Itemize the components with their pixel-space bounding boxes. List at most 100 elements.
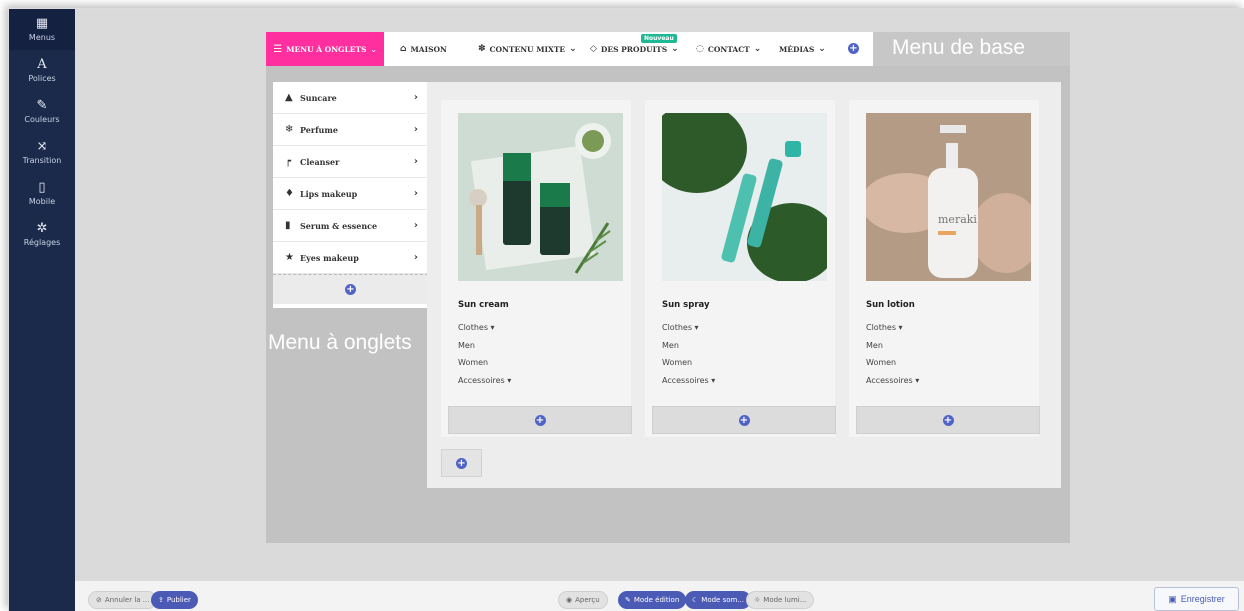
product-link[interactable]: Women — [866, 358, 896, 367]
add-block-button[interactable]: + — [942, 414, 954, 426]
tab-serum-essence[interactable]: ▮ Serum & essence › — [273, 210, 428, 242]
product-link[interactable]: Men — [866, 341, 883, 350]
chevron-down-icon: ⌄ — [569, 44, 577, 54]
add-column-button[interactable]: + — [456, 457, 467, 469]
menu-item-mixed-content[interactable]: ✽ CONTENU MIXTE ⌄ — [478, 32, 577, 66]
tab-label: Cleanser — [300, 156, 340, 167]
tab-label: Lips makeup — [300, 188, 358, 199]
chevron-right-icon: › — [413, 124, 418, 135]
menu-item-label: CONTACT — [707, 44, 750, 54]
undo-label: Annuler la ... — [104, 596, 150, 604]
add-block-button[interactable]: + — [534, 414, 546, 426]
product-title[interactable]: Sun lotion — [866, 300, 915, 310]
sidebar-item-menus[interactable]: ▦ Menus — [9, 9, 75, 50]
tab-list: ▲ Suncare › ❄ Perfume › ┍ Cleanser › ♦ L… — [273, 82, 428, 308]
product-title[interactable]: Sun cream — [458, 300, 509, 310]
product-link-clothes[interactable]: Clothes ▾ — [866, 323, 903, 332]
add-block-button[interactable]: + — [738, 414, 750, 426]
menu-item-label: MÉDIAS — [779, 44, 815, 54]
undo-button[interactable]: ⊘ Annuler la ... — [88, 591, 158, 609]
sidebar-item-mobile[interactable]: ▯ Mobile — [9, 173, 75, 214]
menu-item-home[interactable]: ⌂ MAISON — [400, 32, 447, 66]
tab-menu-annotation: Menu à onglets — [268, 331, 412, 354]
dark-mode-button[interactable]: ☾ Mode som... — [685, 591, 752, 609]
tab-eyes-makeup[interactable]: ★ Eyes makeup › — [273, 242, 428, 274]
diamond-icon: ◇ — [590, 44, 597, 54]
product-link-clothes[interactable]: Clothes ▾ — [662, 323, 699, 332]
product-link-clothes[interactable]: Clothes ▾ — [458, 323, 495, 332]
add-tab-button[interactable]: + — [345, 284, 356, 295]
dark-mode-label: Mode som... — [701, 596, 745, 604]
product-image-sun-lotion: meraki — [866, 113, 1031, 281]
product-link[interactable]: Men — [662, 341, 679, 350]
menu-item-tabs[interactable]: ☰ MENU À ONGLETS ⌄ — [266, 32, 384, 66]
sun-icon: ☼ — [754, 596, 761, 604]
product-link-accessories[interactable]: Accessoires ▾ — [662, 376, 715, 385]
save-button[interactable]: ▣ Enregistrer — [1154, 587, 1239, 611]
add-block-area: + — [856, 406, 1040, 434]
menu-item-label: MAISON — [410, 44, 447, 54]
sidebar-item-couleurs[interactable]: ✎ Couleurs — [9, 91, 75, 132]
shuffle-icon: ⤨ — [36, 139, 48, 154]
light-mode-button[interactable]: ☼ Mode lumi... — [746, 591, 815, 609]
product-title[interactable]: Sun spray — [662, 300, 710, 310]
sidebar-item-transition[interactable]: ⤨ Transition — [9, 132, 75, 173]
product-image-sun-spray — [662, 113, 827, 281]
product-image-sun-cream — [458, 113, 623, 281]
tab-label: Eyes makeup — [300, 252, 359, 263]
menu-item-label: DES PRODUITS — [600, 44, 668, 54]
save-label: Enregistrer — [1180, 594, 1225, 604]
product-link-accessories[interactable]: Accessoires ▾ — [866, 376, 919, 385]
light-mode-label: Mode lumi... — [763, 596, 807, 604]
sidebar-item-label: Réglages — [23, 238, 61, 247]
sidebar-item-label: Transition — [22, 156, 62, 165]
chevron-right-icon: › — [413, 92, 418, 103]
eye-icon: ◉ — [566, 596, 573, 604]
product-link-accessories[interactable]: Accessoires ▾ — [458, 376, 511, 385]
spray-icon: ▮ — [285, 220, 291, 231]
tab-cleanser[interactable]: ┍ Cleanser › — [273, 146, 428, 178]
mobile-icon: ▯ — [38, 180, 46, 195]
lipstick-icon: ♦ — [285, 188, 294, 199]
home-icon: ⌂ — [400, 44, 407, 54]
product-link[interactable]: Women — [458, 358, 488, 367]
menu-item-media[interactable]: MÉDIAS ⌄ — [779, 32, 826, 66]
new-badge: Nouveau — [641, 34, 677, 43]
edit-mode-label: Mode édition — [633, 596, 680, 604]
chevron-down-icon: ⌄ — [753, 44, 762, 54]
preview-button[interactable]: ◉ Aperçu — [558, 591, 608, 609]
pencil-icon: ✎ — [625, 596, 631, 604]
tab-suncare[interactable]: ▲ Suncare › — [273, 82, 428, 114]
faucet-icon: ┍ — [285, 156, 292, 167]
publish-button[interactable]: ⇪ Publier — [151, 591, 198, 609]
base-menu-annotation: Menu de base — [892, 36, 1026, 59]
menu-item-label: CONTENU MIXTE — [489, 44, 566, 54]
chevron-down-icon: ⌄ — [370, 44, 377, 54]
upload-icon: ⇪ — [158, 596, 164, 604]
add-column-area: + — [441, 449, 482, 477]
mixed-icon: ✽ — [478, 44, 486, 54]
sidebar-item-label: Couleurs — [24, 115, 60, 124]
chevron-down-icon: ⌄ — [818, 44, 826, 54]
add-menu-item-button[interactable]: + — [848, 43, 859, 54]
sidebar-item-label: Polices — [28, 74, 56, 83]
brush-icon: ✎ — [36, 98, 48, 113]
tab-label: Serum & essence — [300, 220, 378, 231]
product-link[interactable]: Men — [458, 341, 475, 350]
chevron-right-icon: › — [413, 252, 418, 263]
star-icon: ★ — [285, 252, 294, 263]
hat-icon: ▲ — [285, 92, 293, 103]
menu-item-label: MENU À ONGLETS — [286, 44, 367, 54]
tab-label: Suncare — [300, 92, 337, 103]
edit-mode-button[interactable]: ✎ Mode édition — [618, 591, 687, 609]
product-link[interactable]: Women — [662, 358, 692, 367]
menu-item-contact[interactable]: ◌ CONTACT ⌄ — [696, 32, 761, 66]
sidebar-item-reglages[interactable]: ✲ Réglages — [9, 214, 75, 255]
add-block-area: + — [448, 406, 632, 434]
tab-perfume[interactable]: ❄ Perfume › — [273, 114, 428, 146]
preview-label: Aperçu — [575, 596, 600, 604]
tab-lips-makeup[interactable]: ♦ Lips makeup › — [273, 178, 428, 210]
add-tab-area: + — [273, 274, 428, 304]
sidebar-item-polices[interactable]: A Polices — [9, 50, 75, 91]
chevron-down-icon: ⌄ — [671, 44, 679, 54]
